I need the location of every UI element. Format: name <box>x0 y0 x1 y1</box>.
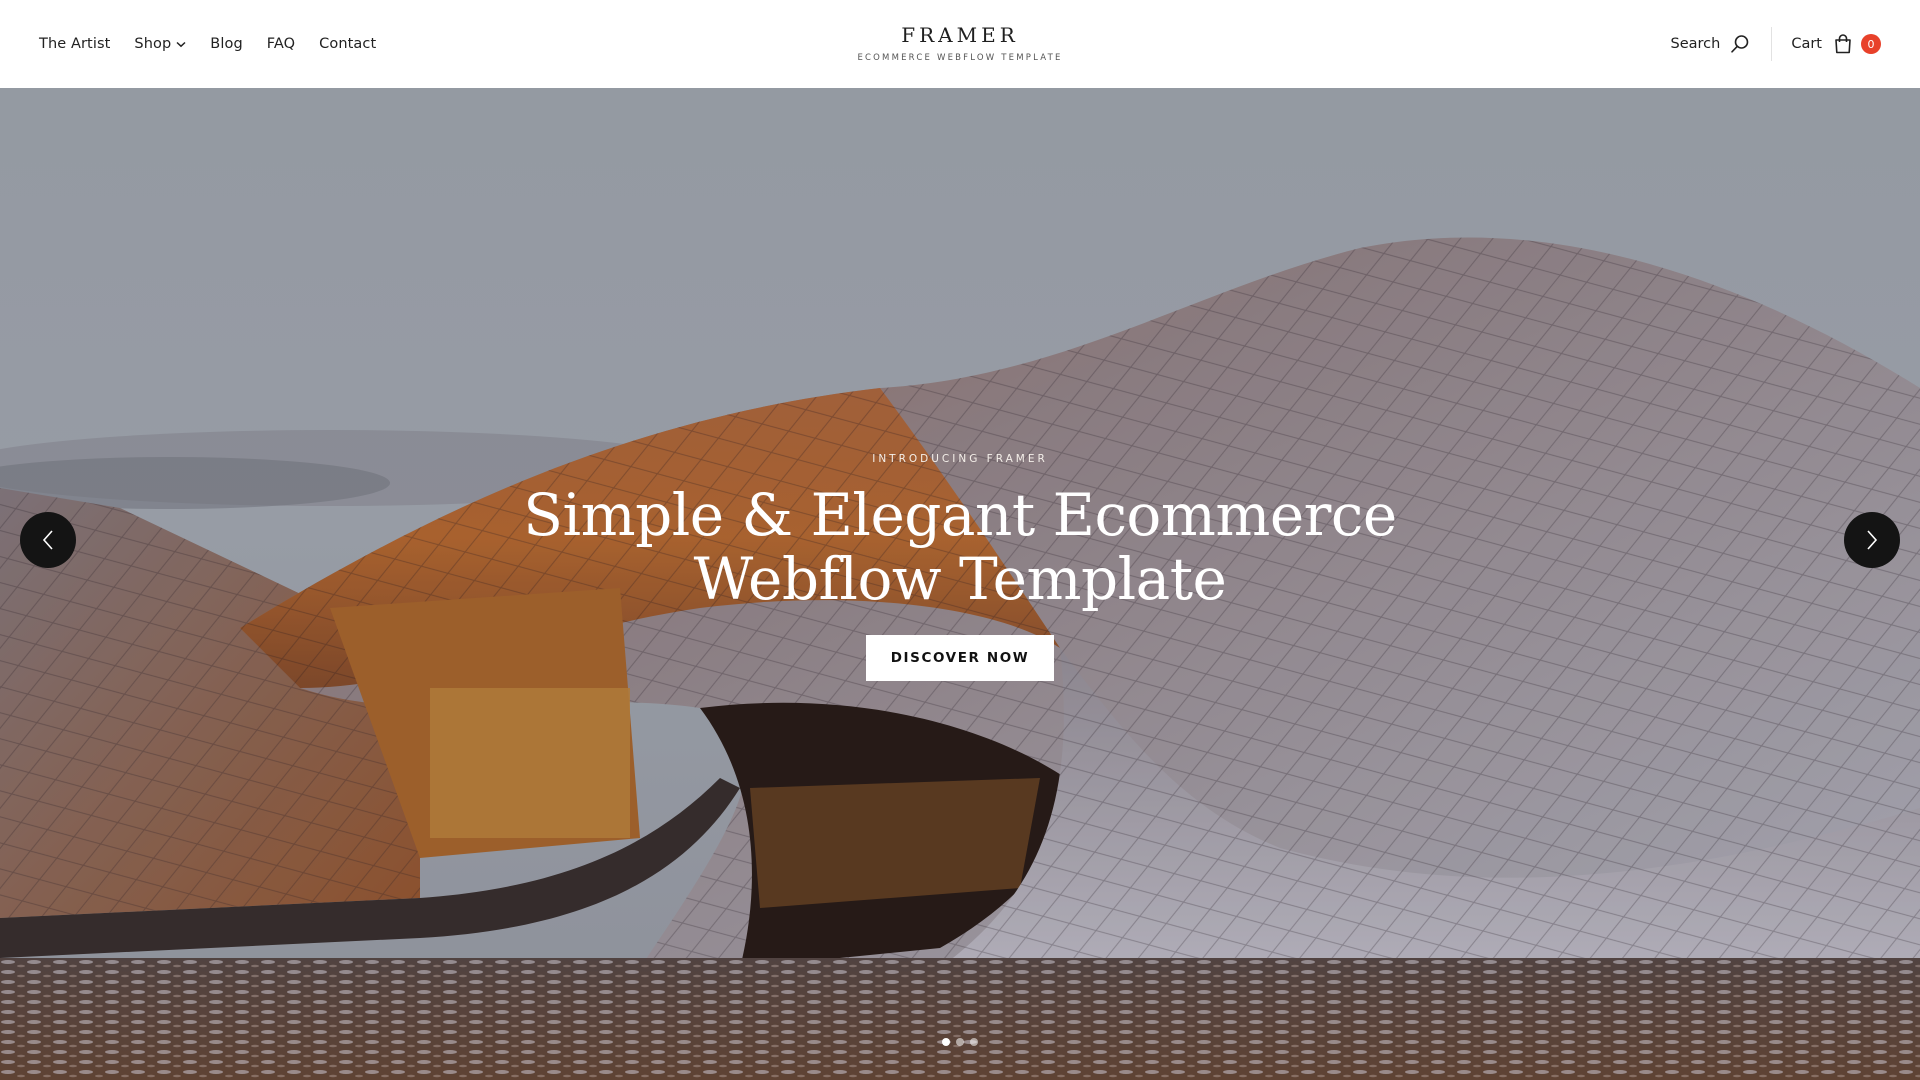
nav-link-contact[interactable]: Contact <box>319 36 376 52</box>
slider-pagination <box>942 1038 978 1046</box>
search-icon <box>1731 35 1749 53</box>
site-header: The Artist Shop Blog FAQ Contact FRAMER … <box>0 0 1920 88</box>
hero-eyebrow: INTRODUCING FRAMER <box>872 453 1048 465</box>
brand-tagline: ECOMMERCE WEBFLOW TEMPLATE <box>857 53 1063 63</box>
chevron-down-icon <box>176 41 186 48</box>
search-button[interactable]: Search <box>1671 34 1751 54</box>
nav-link-shop[interactable]: Shop <box>134 36 186 52</box>
slider-next-button[interactable] <box>1844 512 1900 568</box>
hero-headline-line1: Simple & Elegant Ecommerce <box>523 481 1397 549</box>
slider-prev-button[interactable] <box>20 512 76 568</box>
primary-nav: The Artist Shop Blog FAQ Contact <box>39 0 400 88</box>
slider-dot-3[interactable] <box>970 1038 978 1046</box>
slider-dot-2[interactable] <box>956 1038 964 1046</box>
hero-headline: Simple & Elegant Ecommerce Webflow Templ… <box>0 483 1920 611</box>
nav-link-the-artist[interactable]: The Artist <box>39 36 110 52</box>
brand-logo[interactable]: FRAMER ECOMMERCE WEBFLOW TEMPLATE <box>857 23 1062 63</box>
shopping-bag-icon <box>1834 34 1852 54</box>
nav-link-faq[interactable]: FAQ <box>267 36 295 52</box>
hero-slider: INTRODUCING FRAMER Simple & Elegant Ecom… <box>0 88 1920 1080</box>
header-divider <box>1771 27 1773 61</box>
slider-dot-1[interactable] <box>942 1038 950 1046</box>
chevron-left-icon <box>42 530 53 550</box>
discover-now-button[interactable]: DISCOVER NOW <box>865 635 1055 681</box>
header-actions: Search Cart 0 <box>1671 0 1881 88</box>
cart-label: Cart <box>1791 36 1822 52</box>
cart-button[interactable]: Cart 0 <box>1791 34 1881 54</box>
chevron-right-icon <box>1867 530 1878 550</box>
hero-headline-line2: Webflow Template <box>693 545 1227 613</box>
cart-count-badge: 0 <box>1861 34 1881 54</box>
nav-link-blog[interactable]: Blog <box>210 36 242 52</box>
nav-link-shop-label: Shop <box>134 36 172 52</box>
hero-content: INTRODUCING FRAMER Simple & Elegant Ecom… <box>0 453 1920 681</box>
brand-name: FRAMER <box>901 23 1019 47</box>
search-label: Search <box>1670 36 1721 52</box>
